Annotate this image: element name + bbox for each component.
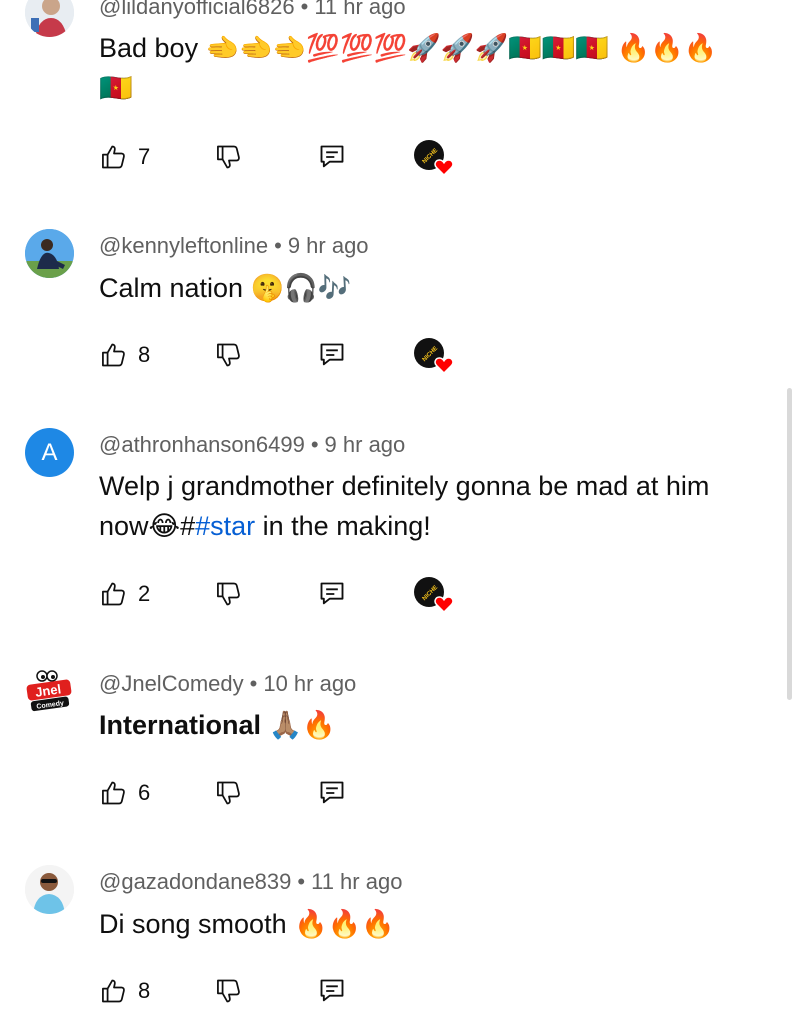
comment-text: International 🙏🏽🔥 <box>99 710 336 740</box>
dislike-button[interactable] <box>215 975 243 1007</box>
separator-dot: • <box>300 0 309 19</box>
separator-dot: • <box>249 671 258 696</box>
reply-icon <box>320 582 344 605</box>
comment-time: 9 hr ago <box>287 233 369 258</box>
comment-actions: 8 NICHE <box>100 338 460 375</box>
thumbs-down-icon <box>217 343 240 367</box>
reply-icon <box>320 979 344 1002</box>
like-button[interactable]: 8 <box>100 339 150 371</box>
comments-list: @lildanyofficial6826 • 11 hr ago Bad boy 🫲… <box>0 0 798 1024</box>
logo-text: Jnel <box>34 681 62 699</box>
reply-icon <box>320 343 344 366</box>
thumbs-up-icon <box>102 343 125 367</box>
comment-actions: 2 NICHE <box>100 577 460 614</box>
comment-actions: 7 NICHE <box>100 140 460 177</box>
like-count: 7 <box>138 144 151 169</box>
reply-button[interactable] <box>318 777 346 809</box>
dislike-button[interactable] <box>215 777 243 809</box>
user-photo-icon <box>25 865 74 914</box>
thumbs-up-icon <box>102 582 125 606</box>
reply-button[interactable] <box>318 578 346 610</box>
thumbs-down-icon <box>217 979 240 1003</box>
comment-author[interactable]: @JnelComedy <box>99 671 244 696</box>
creator-heart-icon: NICHE <box>414 577 454 614</box>
hashtag-link[interactable]: #star <box>195 511 255 541</box>
comment-author[interactable]: @gazadondane839 <box>99 869 291 894</box>
dislike-button[interactable] <box>215 339 243 371</box>
comment-author[interactable]: @athronhanson6499 <box>99 432 305 457</box>
avatar-letter: A <box>41 438 58 466</box>
dislike-button[interactable] <box>215 141 243 173</box>
comment-author[interactable]: @lildanyofficial6826 <box>99 0 295 19</box>
reply-button[interactable] <box>318 975 346 1007</box>
comment-time: 11 hr ago <box>311 869 403 894</box>
comment-time: 9 hr ago <box>324 432 406 457</box>
comment-time: 11 hr ago <box>314 0 406 19</box>
dislike-button[interactable] <box>215 578 243 610</box>
like-count: 8 <box>138 342 151 367</box>
thumbs-down-icon <box>217 781 240 805</box>
like-count: 2 <box>138 581 151 606</box>
thumbs-up-icon <box>102 145 125 169</box>
reply-button[interactable] <box>318 141 346 173</box>
separator-dot: • <box>310 432 319 457</box>
comment-text: Di song smooth 🔥🔥🔥 <box>99 909 395 939</box>
thumbs-down-icon <box>217 145 240 169</box>
separator-dot: • <box>274 233 282 258</box>
comment-meta: @gazadondane839 • 11 hr ago <box>99 869 402 895</box>
reply-icon <box>320 781 344 804</box>
comment-author[interactable]: @kennyleftonline <box>99 233 268 258</box>
creator-heart-badge[interactable]: NICHE <box>413 337 454 375</box>
reply-icon <box>320 145 344 168</box>
comment-text: Bad boy 🫲🫲🫲💯💯💯🚀🚀🚀🇨🇲🇨🇲🇨🇲 🔥🔥🔥🇨🇲 <box>99 33 718 103</box>
comment-meta: @JnelComedy • 10 hr ago <box>99 671 356 697</box>
scrollbar[interactable] <box>787 388 792 700</box>
creator-heart-icon: NICHE <box>414 140 454 177</box>
like-button[interactable]: 7 <box>100 141 150 173</box>
avatar[interactable] <box>25 0 74 37</box>
avatar[interactable]: Jnel Comedy <box>25 667 74 716</box>
comment-actions: 6 <box>100 777 360 809</box>
comment-meta: @lildanyofficial6826 • 11 hr ago <box>99 0 406 20</box>
thumbs-down-icon <box>217 582 240 606</box>
like-count: 6 <box>138 780 151 805</box>
avatar[interactable] <box>25 229 74 278</box>
creator-heart-badge[interactable]: NICHE <box>413 139 454 177</box>
comment-time: 10 hr ago <box>263 671 357 696</box>
like-button[interactable]: 6 <box>100 777 150 809</box>
user-photo-icon <box>25 0 74 37</box>
creator-heart-icon: NICHE <box>414 338 454 375</box>
comment-meta: @athronhanson6499 • 9 hr ago <box>99 432 405 458</box>
like-button[interactable]: 8 <box>100 975 150 1007</box>
user-photo-icon <box>25 229 74 278</box>
thumbs-up-icon <box>102 979 125 1003</box>
like-button[interactable]: 2 <box>100 578 150 610</box>
jnel-comedy-logo-icon: Jnel Comedy <box>26 670 72 712</box>
separator-dot: • <box>297 869 306 894</box>
comment-meta: @kennyleftonline • 9 hr ago <box>99 233 369 259</box>
avatar[interactable]: A <box>25 428 74 477</box>
comment-text: Welp j grandmother definitely gonna be m… <box>99 466 739 546</box>
reply-button[interactable] <box>318 339 346 371</box>
comment-text-tail: in the making! <box>255 511 431 541</box>
thumbs-up-icon <box>102 781 125 805</box>
avatar[interactable] <box>25 865 74 914</box>
comment-text: Calm nation 🤫🎧🎶 <box>99 273 352 303</box>
like-count: 8 <box>138 978 151 1003</box>
comment-actions: 8 <box>100 975 360 1007</box>
creator-heart-badge[interactable]: NICHE <box>413 576 454 614</box>
